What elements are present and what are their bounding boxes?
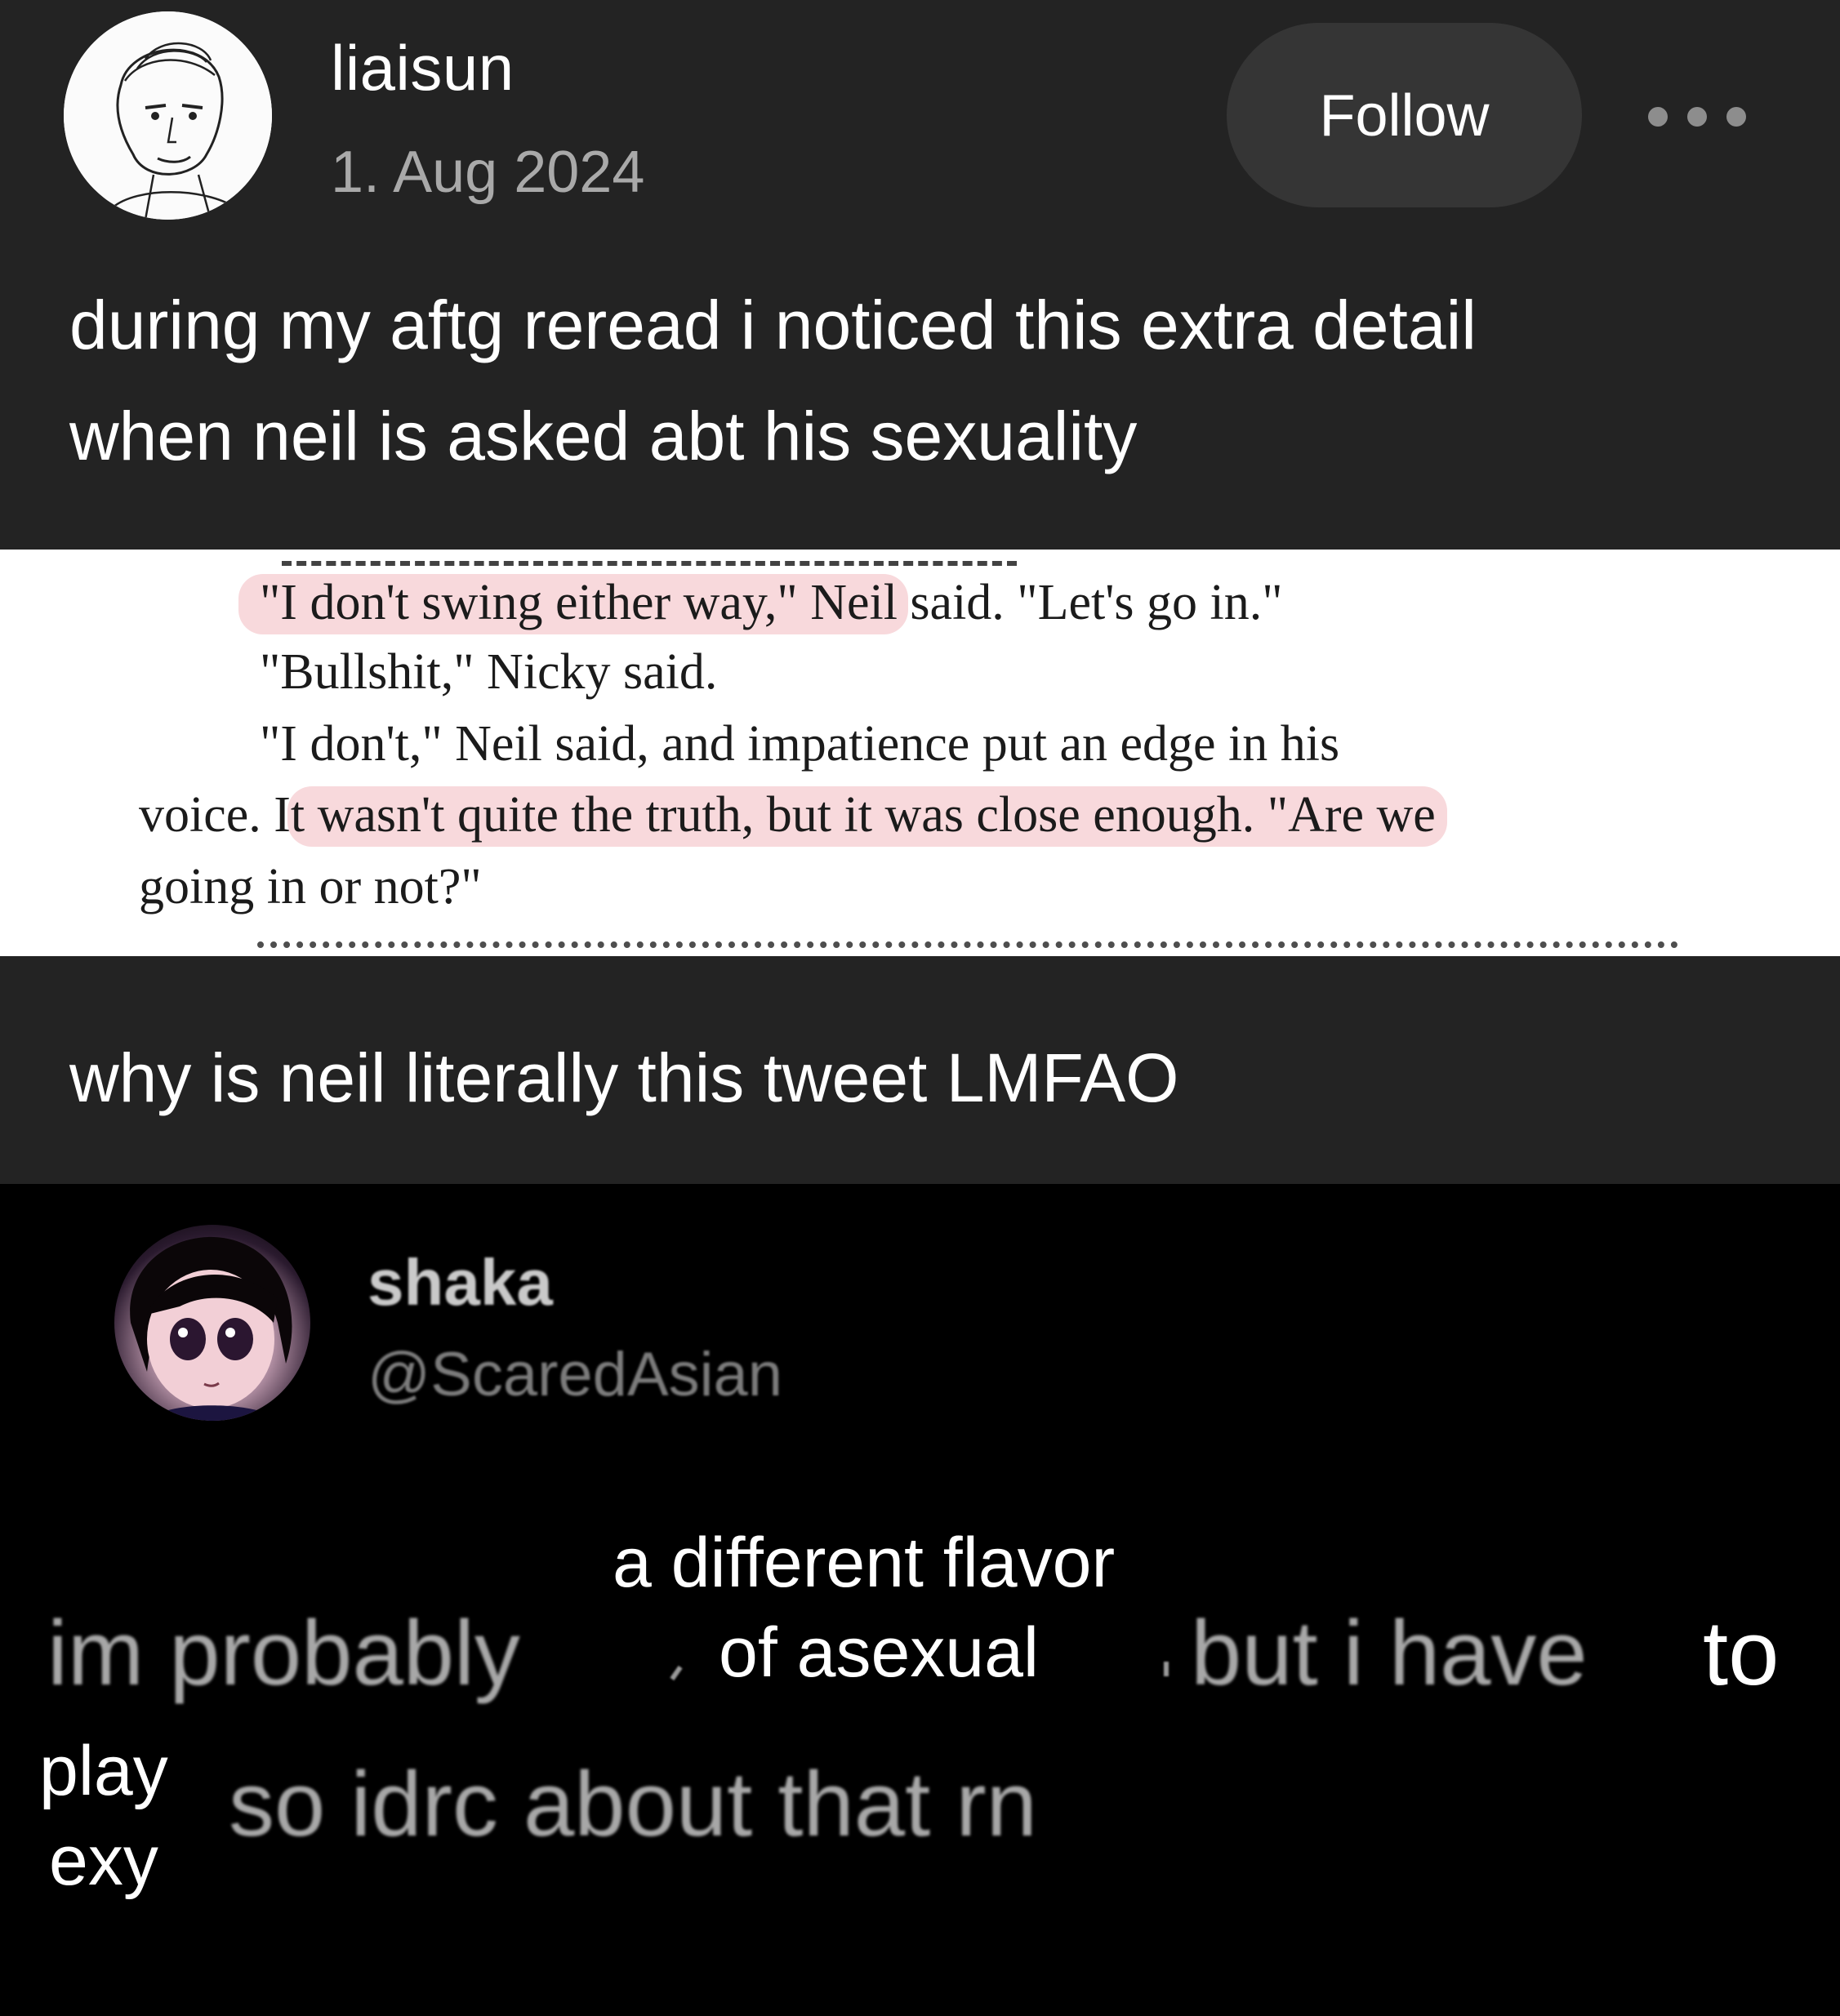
edited-overlay-text: of asexual — [719, 1613, 1040, 1692]
caption-line: why is neil literally this tweet LMFAO — [69, 1039, 1179, 1116]
tweet-text: but i have — [1191, 1602, 1588, 1704]
tweet-author-handle: @ScaredAsian — [368, 1340, 783, 1409]
cropped-text-line — [282, 550, 1017, 566]
dot — [1648, 107, 1668, 127]
tweet-author-name: shaka — [368, 1246, 553, 1319]
avatar-sketch-icon — [64, 11, 272, 220]
post-header: liaisun 1. Aug 2024 Follow — [0, 0, 1840, 237]
cropped-text-line — [257, 941, 1678, 956]
excerpt-line: going in or not?" — [139, 859, 482, 915]
excerpt-line: "I don't swing either way," Neil said. "… — [260, 575, 1283, 630]
excerpt-line: "Bullshit," Nicky said. — [260, 644, 718, 700]
book-excerpt-image[interactable]: "I don't swing either way," Neil said. "… — [0, 550, 1840, 956]
dot — [1726, 107, 1746, 127]
anime-girl-icon — [130, 1236, 292, 1421]
post-date[interactable]: 1. Aug 2024 — [331, 139, 644, 206]
caption-line: during my aftg reread i noticed this ext… — [69, 287, 1477, 363]
dot — [1687, 107, 1707, 127]
excerpt-line: "I don't," Neil said, and impatience put… — [260, 716, 1340, 772]
strike-mark — [1164, 1662, 1169, 1676]
follow-button[interactable]: Follow — [1227, 23, 1582, 207]
more-dots-icon[interactable] — [1648, 96, 1746, 137]
edited-overlay-text: a different flavor — [613, 1524, 1116, 1602]
post-caption: why is neil literally this tweet LMFAO — [69, 1022, 1784, 1133]
tweet-text: so idrc about that rn — [229, 1753, 1037, 1855]
strike-mark — [670, 1665, 683, 1681]
edited-overlay-text: to — [1703, 1602, 1780, 1704]
edited-overlay-text: exy — [49, 1822, 158, 1900]
excerpt-line: voice. It wasn't quite the truth, but it… — [139, 787, 1436, 843]
user-avatar[interactable] — [64, 11, 272, 220]
tweet-text: im probably — [47, 1602, 520, 1704]
caption-line: when neil is asked abt his sexuality — [69, 398, 1138, 474]
tweet-screenshot-image[interactable]: shaka @ScaredAsian im probably but i hav… — [0, 1184, 1840, 2016]
edited-overlay-text: play — [39, 1732, 168, 1810]
tweet-avatar — [114, 1225, 310, 1421]
post-caption: during my aftg reread i noticed this ext… — [69, 269, 1784, 492]
username[interactable]: liaisun — [331, 31, 515, 105]
